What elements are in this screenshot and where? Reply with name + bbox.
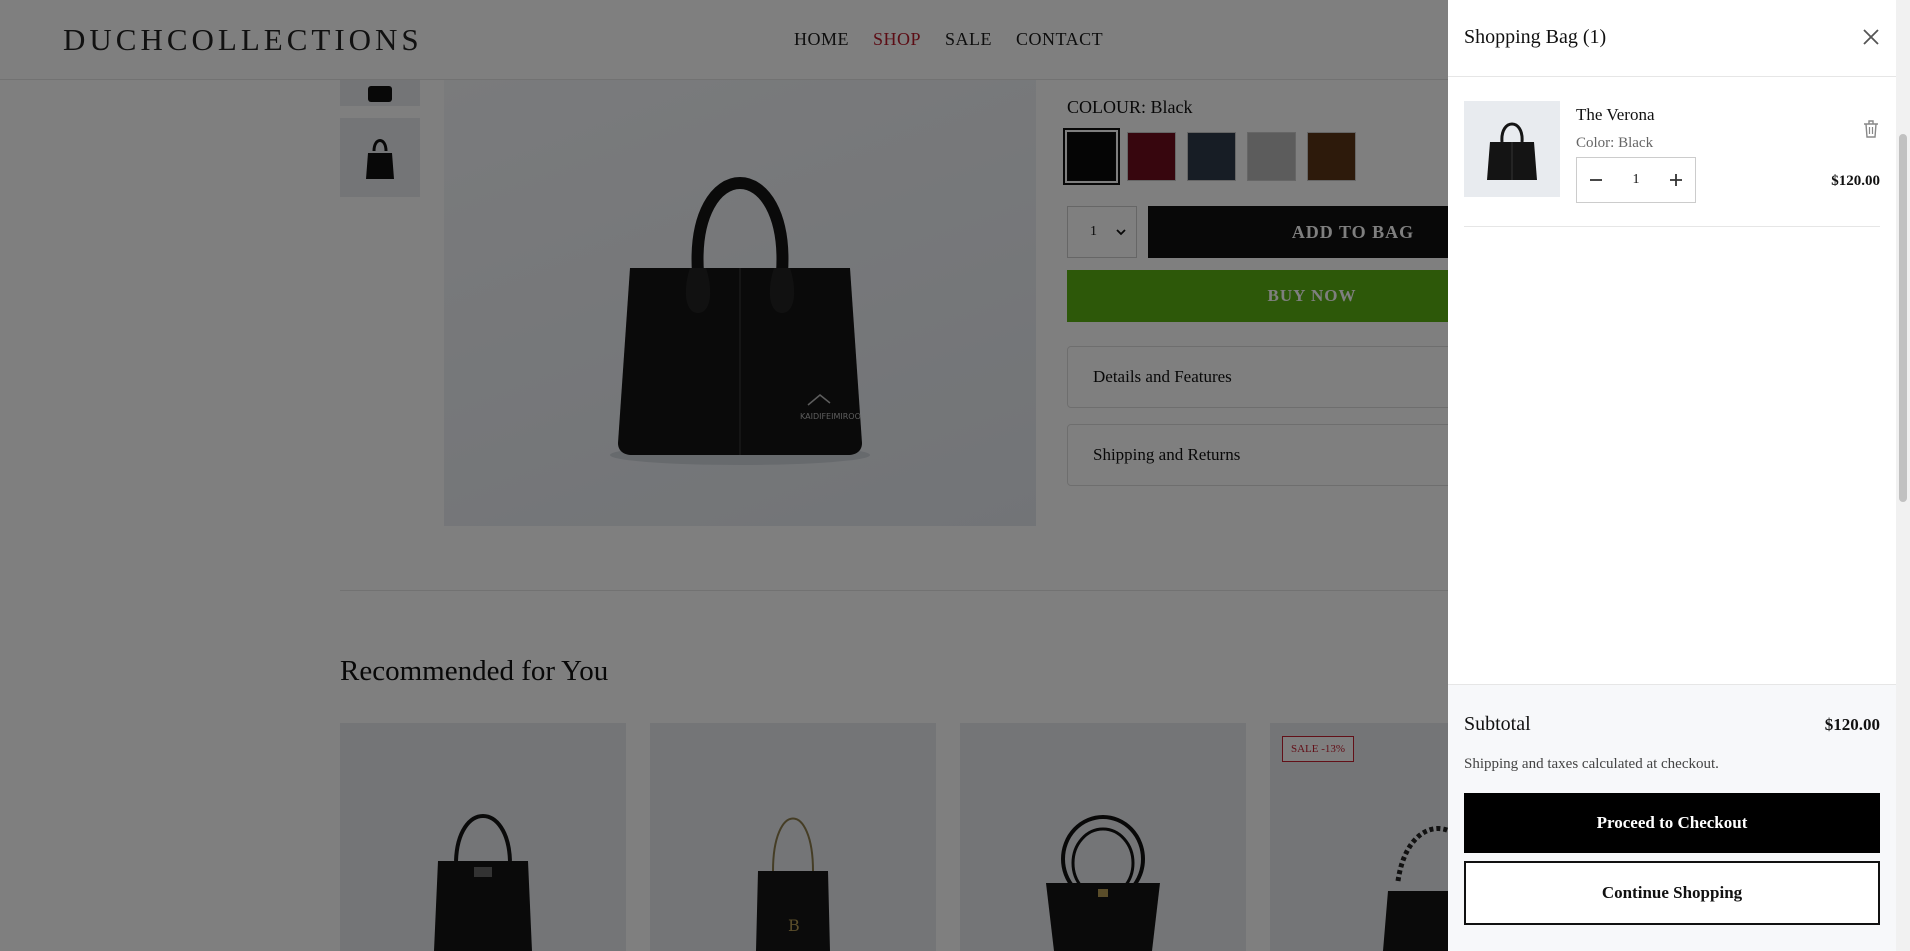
drawer-title: Shopping Bag (1) bbox=[1464, 26, 1607, 48]
shopping-bag-drawer: Shopping Bag (1) The Verona Color: Black… bbox=[1448, 0, 1896, 951]
quantity-value[interactable]: 1 bbox=[1633, 172, 1640, 188]
drawer-scrollbar[interactable] bbox=[1896, 0, 1910, 951]
trash-icon[interactable] bbox=[1862, 119, 1880, 139]
cart-item: The Verona Color: Black 1 $120.00 bbox=[1464, 101, 1880, 227]
close-icon[interactable] bbox=[1860, 26, 1882, 48]
cart-item-price: $120.00 bbox=[1831, 173, 1880, 189]
proceed-to-checkout-button[interactable]: Proceed to Checkout bbox=[1464, 793, 1880, 853]
subtotal-label: Subtotal bbox=[1464, 713, 1531, 735]
continue-shopping-button[interactable]: Continue Shopping bbox=[1464, 861, 1880, 925]
subtotal-value: $120.00 bbox=[1824, 715, 1880, 734]
cart-item-name[interactable]: The Verona bbox=[1576, 105, 1655, 125]
cart-item-image[interactable] bbox=[1464, 101, 1560, 197]
handbag-illustration bbox=[1487, 122, 1537, 180]
minus-icon[interactable] bbox=[1587, 171, 1605, 189]
quantity-stepper: 1 bbox=[1576, 157, 1696, 203]
cart-item-color: Color: Black bbox=[1576, 135, 1654, 151]
shipping-note: Shipping and taxes calculated at checkou… bbox=[1464, 756, 1719, 772]
plus-icon[interactable] bbox=[1667, 171, 1685, 189]
scrollbar-thumb[interactable] bbox=[1899, 134, 1907, 502]
drawer-footer: Subtotal $120.00 Shipping and taxes calc… bbox=[1448, 684, 1896, 951]
drawer-header: Shopping Bag (1) bbox=[1448, 0, 1896, 77]
